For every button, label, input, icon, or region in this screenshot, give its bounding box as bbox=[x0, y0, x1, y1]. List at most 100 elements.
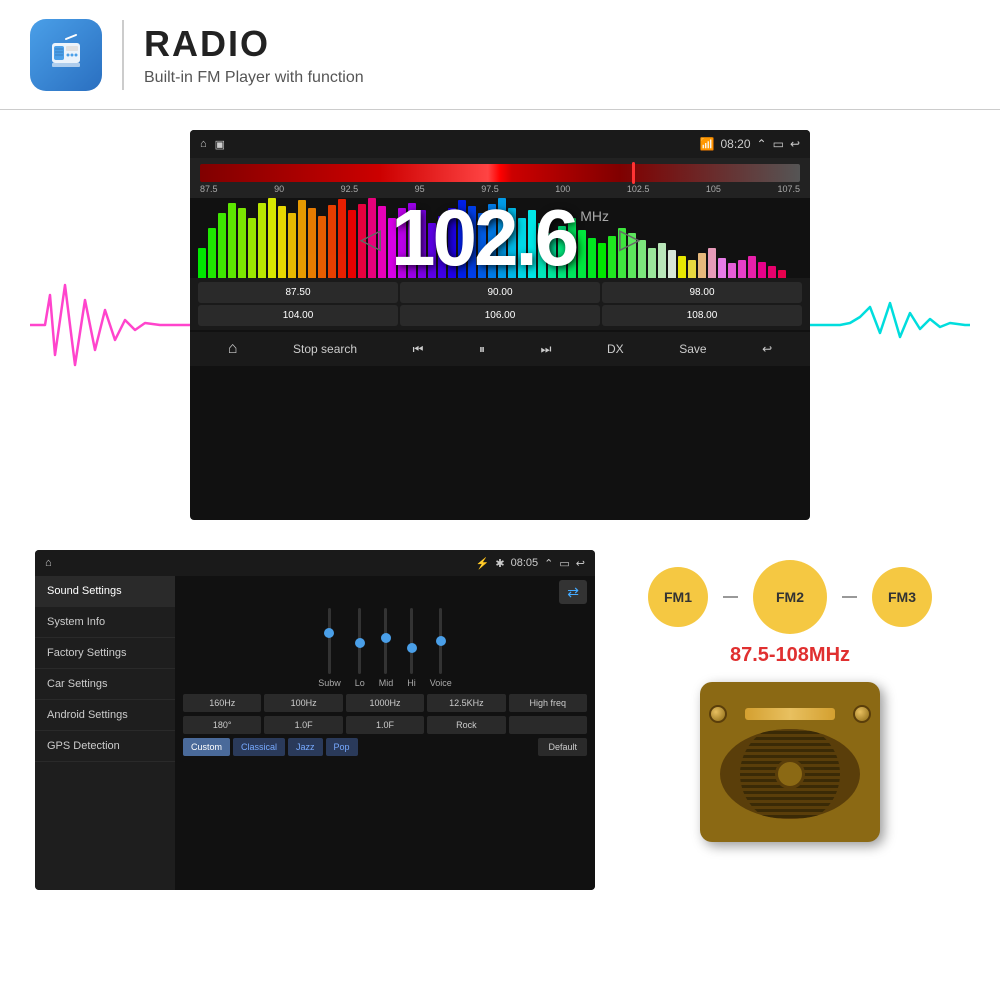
mode-btn-empty bbox=[509, 716, 587, 734]
settings-time: 08:05 bbox=[511, 557, 539, 570]
hi-track[interactable] bbox=[410, 608, 413, 674]
menu-icon: ▭ bbox=[773, 137, 784, 151]
mid-track[interactable] bbox=[384, 608, 387, 674]
eq-icon-area: ⇄ bbox=[183, 584, 587, 602]
settings-expand-icon: ⌃ bbox=[544, 557, 553, 570]
hi-thumb bbox=[407, 643, 417, 653]
menu-item-android[interactable]: Android Settings bbox=[35, 700, 175, 731]
preset-jazz-btn[interactable]: Jazz bbox=[288, 738, 323, 756]
preset-custom-btn[interactable]: Custom bbox=[183, 738, 230, 756]
default-btn[interactable]: Default bbox=[538, 738, 587, 756]
expand-icon: ⌃ bbox=[757, 137, 767, 151]
frequency-slider[interactable] bbox=[200, 164, 800, 182]
back-control-btn[interactable]: ↩ bbox=[762, 342, 772, 356]
fm-bubbles: FM1 FM2 FM3 bbox=[648, 560, 932, 634]
voice-track[interactable] bbox=[439, 608, 442, 674]
preset-classical-btn[interactable]: Classical bbox=[233, 738, 285, 756]
eq-speaker-btn[interactable]: ⇄ bbox=[559, 580, 587, 604]
menu-item-car[interactable]: Car Settings bbox=[35, 669, 175, 700]
save-btn[interactable]: Save bbox=[679, 342, 706, 356]
radio-app-icon bbox=[30, 19, 102, 91]
preset-btn-1[interactable]: 87.50 bbox=[198, 282, 398, 303]
freq-btn-highfreq[interactable]: High freq bbox=[509, 694, 587, 712]
freq-label-90: 90 bbox=[274, 184, 284, 194]
eq-mode-buttons: 180° 1.0F 1.0F Rock bbox=[183, 716, 587, 734]
fm2-label: FM2 bbox=[776, 589, 804, 605]
freq-btn-100hz[interactable]: 100Hz bbox=[264, 694, 342, 712]
freq-right-arrow[interactable]: ▷ bbox=[619, 222, 641, 255]
fm3-label: FM3 bbox=[888, 589, 916, 605]
preset-btn-5[interactable]: 106.00 bbox=[400, 305, 600, 326]
settings-back-icon: ↩ bbox=[576, 557, 585, 570]
fm-info-panel: FM1 FM2 FM3 87.5-108MHz bbox=[615, 550, 965, 842]
radio-icon bbox=[44, 33, 88, 77]
radio-statusbar: ⌂ ▣ 📶 08:20 ⌃ ▭ ↩ bbox=[190, 130, 810, 158]
lo-track[interactable] bbox=[358, 608, 361, 674]
preset-btn-2[interactable]: 90.00 bbox=[400, 282, 600, 303]
preset-pop-btn[interactable]: Pop bbox=[326, 738, 358, 756]
header-divider bbox=[122, 20, 124, 90]
settings-statusbar-left: ⌂ bbox=[45, 557, 52, 569]
radio-screen: ⌂ ▣ 📶 08:20 ⌃ ▭ ↩ 87.5 90 bbox=[190, 130, 810, 520]
freq-display-area: ◁ 102.6 MHz ▷ bbox=[190, 198, 810, 278]
menu-item-gps[interactable]: GPS Detection bbox=[35, 731, 175, 762]
menu-item-factory[interactable]: Factory Settings bbox=[35, 638, 175, 669]
frequency-overlay: ◁ 102.6 MHz ▷ bbox=[190, 198, 810, 278]
eq-slider-lo: Lo bbox=[355, 608, 365, 688]
prev-btn[interactable]: ⏮ bbox=[413, 342, 424, 357]
frequency-needle bbox=[632, 162, 635, 184]
settings-home-icon: ⌂ bbox=[45, 557, 52, 569]
radio-display-strip bbox=[745, 708, 835, 720]
mode-btn-1f1[interactable]: 1.0F bbox=[264, 716, 342, 734]
settings-wifi-icon: ✱ bbox=[495, 557, 504, 570]
preset-grid: 87.50 90.00 98.00 104.00 106.00 108.00 bbox=[190, 278, 810, 330]
controls-bar: ⌂ Stop search ⏮ ⏸ ⏭ DX Save ↩ bbox=[190, 332, 810, 366]
next-btn[interactable]: ⏭ bbox=[541, 342, 552, 357]
settings-sidebar: Sound Settings System Info Factory Setti… bbox=[35, 576, 175, 890]
menu-item-sound[interactable]: Sound Settings bbox=[35, 576, 175, 607]
fm-freq-range: 87.5-108MHz bbox=[730, 644, 850, 667]
bottom-section: ⌂ ⚡ ✱ 08:05 ⌃ ▭ ↩ Sound Settings System … bbox=[20, 540, 980, 900]
subw-track[interactable] bbox=[328, 608, 331, 674]
settings-main-panel: ⇄ Subw bbox=[175, 576, 595, 890]
settings-body: Sound Settings System Info Factory Setti… bbox=[35, 576, 595, 890]
lo-label: Lo bbox=[355, 678, 365, 688]
dx-btn[interactable]: DX bbox=[607, 342, 624, 356]
freq-label-95: 95 bbox=[415, 184, 425, 194]
fm1-bubble: FM1 bbox=[648, 567, 708, 627]
settings-screen: ⌂ ⚡ ✱ 08:05 ⌃ ▭ ↩ Sound Settings System … bbox=[35, 550, 595, 890]
freq-left-arrow[interactable]: ◁ bbox=[359, 222, 381, 255]
frequency-labels: 87.5 90 92.5 95 97.5 100 102.5 105 107.5 bbox=[200, 182, 800, 196]
wifi-icon: ▣ bbox=[215, 138, 225, 151]
eq-slider-hi: Hi bbox=[407, 608, 416, 688]
freq-label-875: 87.5 bbox=[200, 184, 218, 194]
home-icon: ⌂ bbox=[200, 138, 207, 150]
freq-unit: MHz bbox=[580, 208, 609, 224]
eq-sliders-row: Subw Lo Mid bbox=[183, 608, 587, 688]
eq-slider-mid: Mid bbox=[379, 608, 394, 688]
header-text-block: RADIO Built-in FM Player with function bbox=[144, 23, 364, 87]
preset-btn-6[interactable]: 108.00 bbox=[602, 305, 802, 326]
main-content: ⌂ ▣ 📶 08:20 ⌃ ▭ ↩ 87.5 90 bbox=[0, 110, 1000, 900]
home-control-btn[interactable]: ⌂ bbox=[228, 340, 238, 358]
voice-thumb bbox=[436, 636, 446, 646]
lo-thumb bbox=[355, 638, 365, 648]
settings-bluetooth-icon: ⚡ bbox=[476, 557, 490, 570]
mode-btn-180[interactable]: 180° bbox=[183, 716, 261, 734]
vintage-radio-illustration bbox=[700, 682, 880, 842]
vintage-speaker bbox=[720, 729, 860, 819]
preset-btn-4[interactable]: 104.00 bbox=[198, 305, 398, 326]
settings-statusbar-right: ⚡ ✱ 08:05 ⌃ ▭ ↩ bbox=[476, 557, 585, 570]
freq-btn-1000hz[interactable]: 1000Hz bbox=[346, 694, 424, 712]
freq-btn-160hz[interactable]: 160Hz bbox=[183, 694, 261, 712]
subw-thumb bbox=[324, 628, 334, 638]
frequency-display: 102.6 bbox=[391, 198, 576, 278]
mode-btn-rock[interactable]: Rock bbox=[427, 716, 505, 734]
mode-btn-1f2[interactable]: 1.0F bbox=[346, 716, 424, 734]
freq-btn-125khz[interactable]: 12.5KHz bbox=[427, 694, 505, 712]
stop-search-btn[interactable]: Stop search bbox=[293, 342, 357, 356]
preset-btn-3[interactable]: 98.00 bbox=[602, 282, 802, 303]
menu-item-sysinfo[interactable]: System Info bbox=[35, 607, 175, 638]
play-pause-btn[interactable]: ⏸ bbox=[479, 342, 485, 357]
freq-label-1025: 102.5 bbox=[627, 184, 650, 194]
